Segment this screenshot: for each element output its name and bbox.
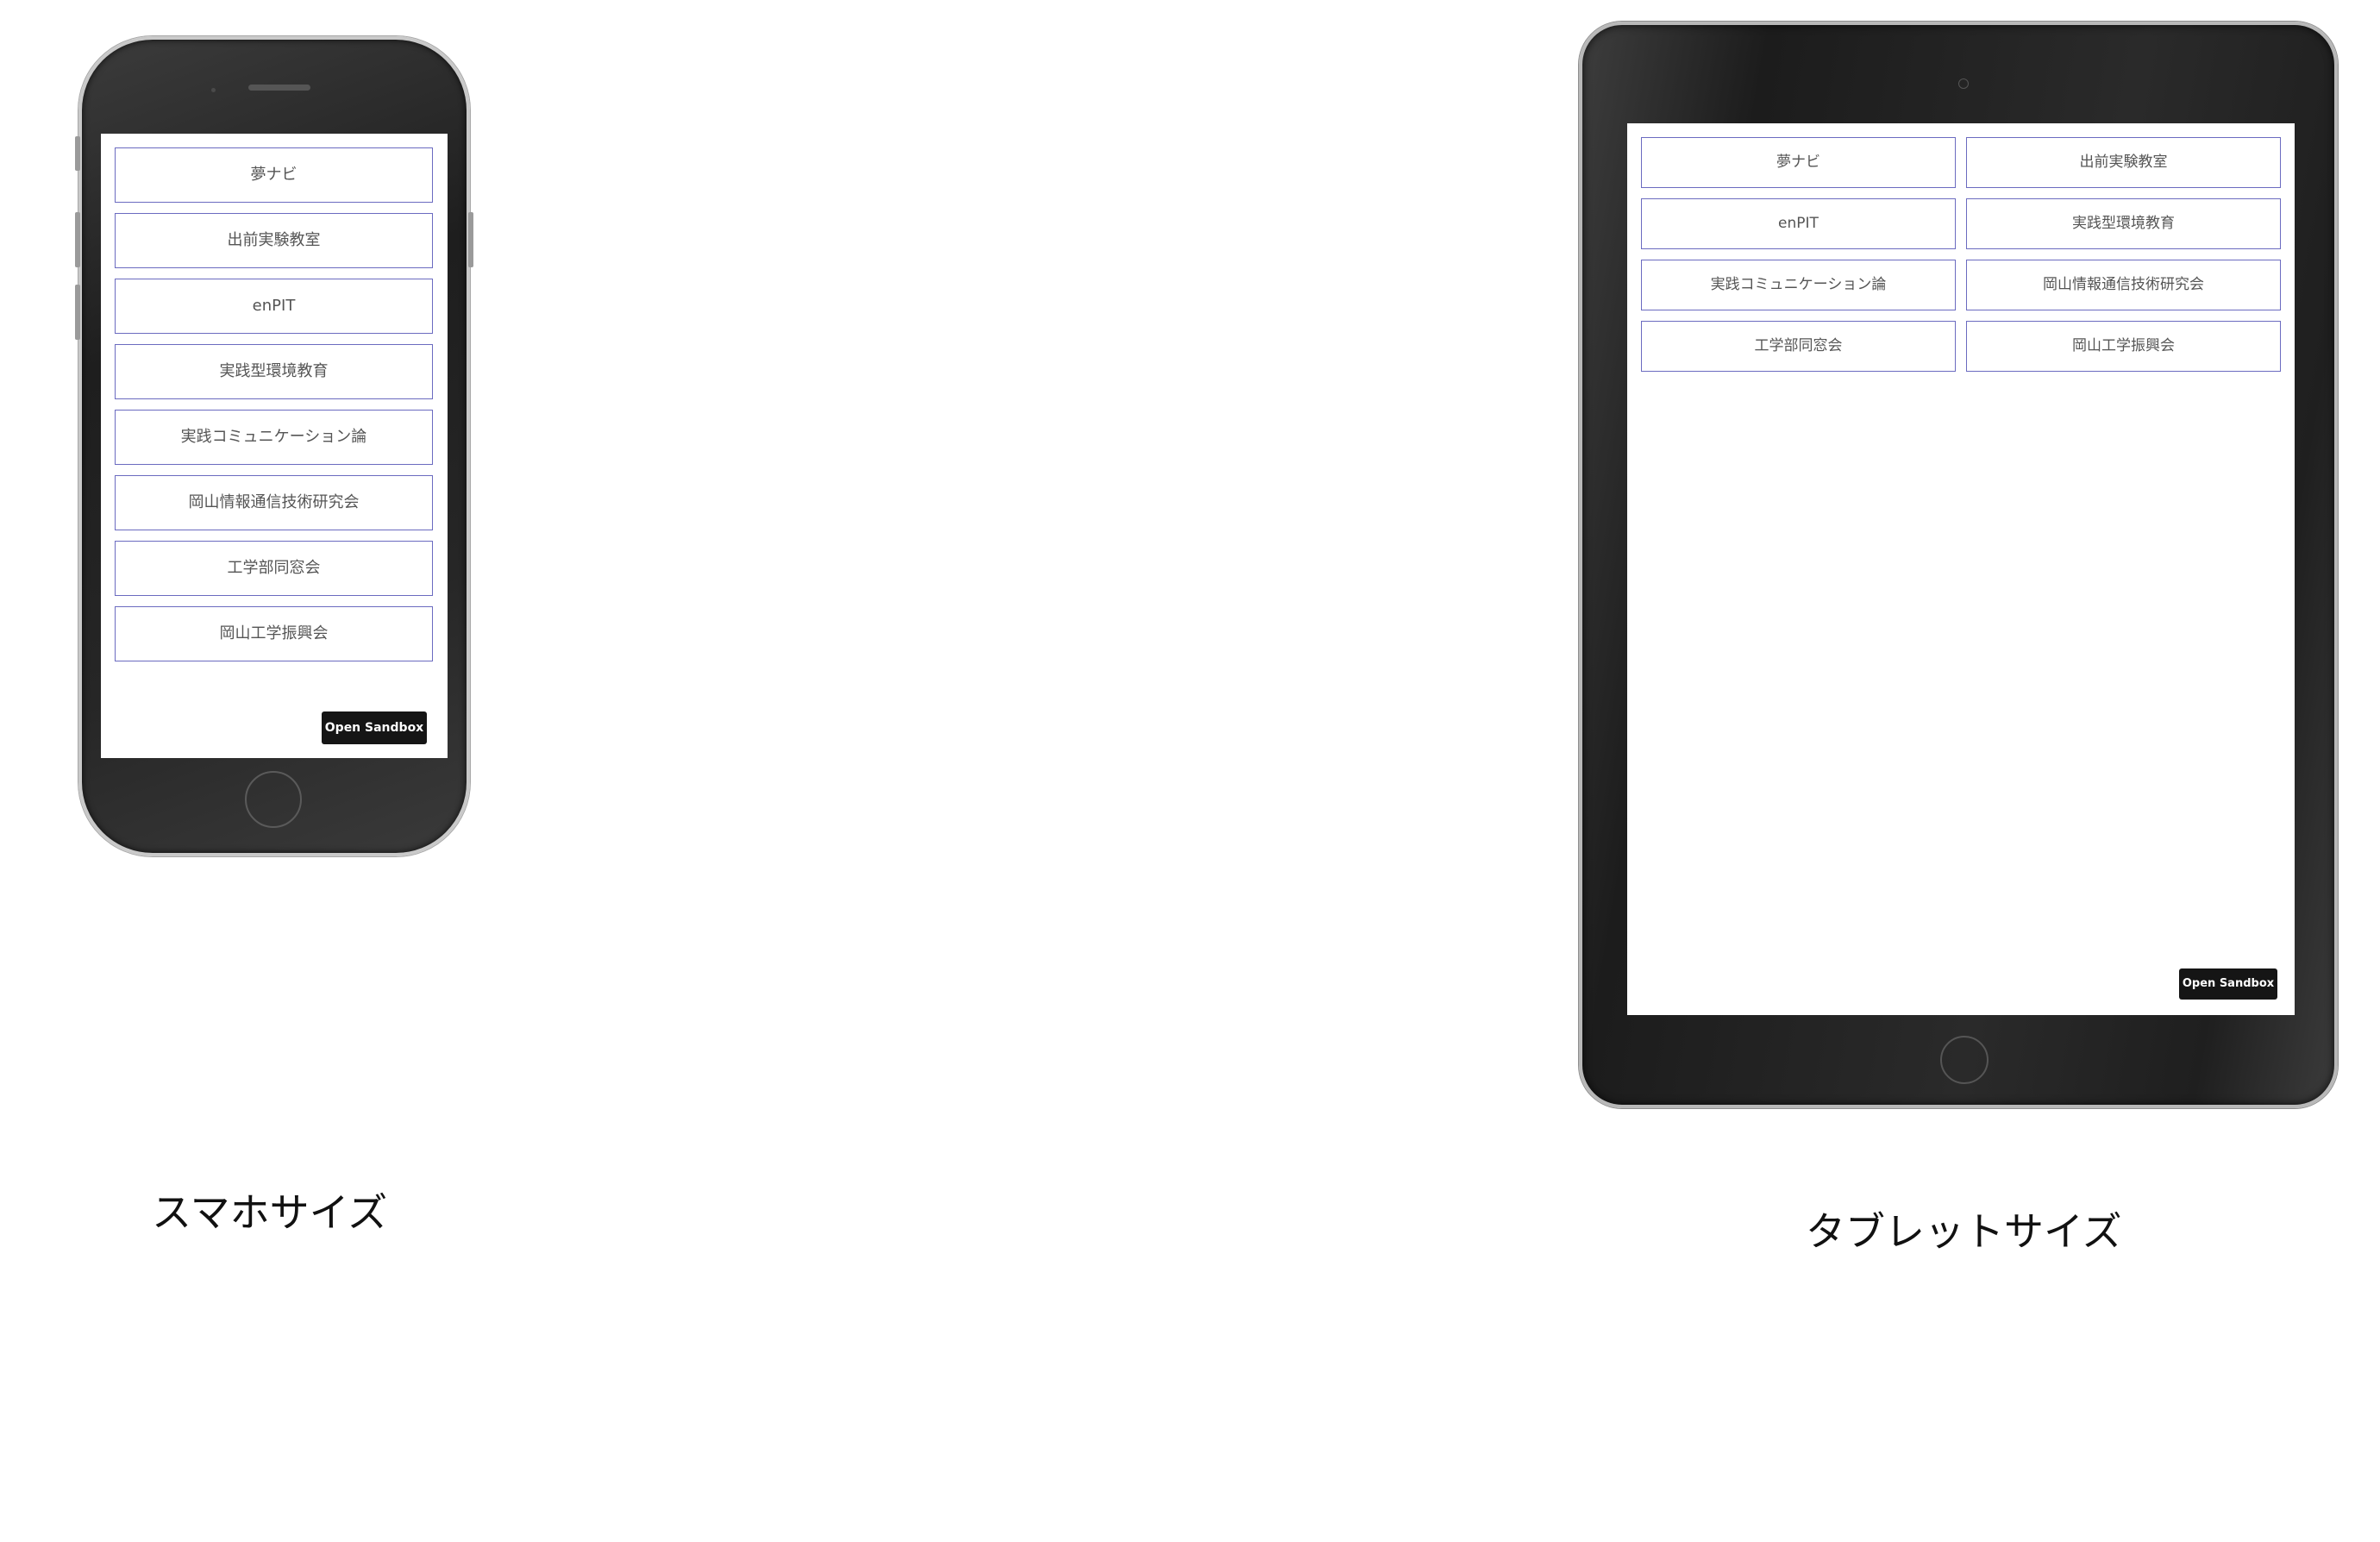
phone-volume-down-button bbox=[75, 285, 80, 340]
phone-speaker bbox=[248, 85, 310, 91]
phone-silent-switch bbox=[75, 136, 80, 171]
phone-open-sandbox-button[interactable]: Open Sandbox bbox=[322, 711, 427, 744]
tablet-link-shinkokai[interactable]: 岡山工学振興会 bbox=[1966, 321, 2281, 372]
phone-size-caption: スマホサイズ bbox=[152, 1189, 388, 1236]
phone-camera-icon bbox=[211, 88, 216, 92]
phone-volume-up-button bbox=[75, 212, 80, 267]
tablet-camera-icon bbox=[1958, 78, 1969, 89]
phone-link-list: 夢ナビ 出前実験教室 enPIT 実践型環境教育 実践コミュニケーション論 岡山… bbox=[115, 147, 433, 672]
tablet-home-button bbox=[1940, 1036, 1989, 1084]
phone-power-button bbox=[468, 212, 473, 267]
phone-link-enpit[interactable]: enPIT bbox=[115, 279, 433, 334]
phone-link-yumenavi[interactable]: 夢ナビ bbox=[115, 147, 433, 203]
phone-link-kankyo-kyoiku[interactable]: 実践型環境教育 bbox=[115, 344, 433, 399]
tablet-link-kankyo-kyoiku[interactable]: 実践型環境教育 bbox=[1966, 198, 2281, 249]
tablet-link-demae-jikken[interactable]: 出前実験教室 bbox=[1966, 137, 2281, 188]
phone-home-button bbox=[245, 771, 302, 828]
tablet-link-grid: 夢ナビ 出前実験教室 enPIT 実践型環境教育 実践コミュニケーション論 岡山… bbox=[1641, 137, 2281, 372]
tablet-mockup: 夢ナビ 出前実験教室 enPIT 実践型環境教育 実践コミュニケーション論 岡山… bbox=[1579, 22, 2338, 1108]
tablet-link-enpit[interactable]: enPIT bbox=[1641, 198, 1956, 249]
phone-link-communication[interactable]: 実践コミュニケーション論 bbox=[115, 410, 433, 465]
tablet-link-communication[interactable]: 実践コミュニケーション論 bbox=[1641, 260, 1956, 310]
phone-link-joho-tsushin[interactable]: 岡山情報通信技術研究会 bbox=[115, 475, 433, 530]
phone-mockup: 夢ナビ 出前実験教室 enPIT 実践型環境教育 実践コミュニケーション論 岡山… bbox=[75, 36, 473, 856]
tablet-screen: 夢ナビ 出前実験教室 enPIT 実践型環境教育 実践コミュニケーション論 岡山… bbox=[1627, 123, 2295, 1015]
phone-link-demae-jikken[interactable]: 出前実験教室 bbox=[115, 213, 433, 268]
tablet-open-sandbox-button[interactable]: Open Sandbox bbox=[2179, 968, 2277, 1000]
phone-link-shinkokai[interactable]: 岡山工学振興会 bbox=[115, 606, 433, 661]
phone-link-dosokai[interactable]: 工学部同窓会 bbox=[115, 541, 433, 596]
tablet-link-joho-tsushin[interactable]: 岡山情報通信技術研究会 bbox=[1966, 260, 2281, 310]
tablet-link-dosokai[interactable]: 工学部同窓会 bbox=[1641, 321, 1956, 372]
tablet-size-caption: タブレットサイズ bbox=[1806, 1208, 2122, 1255]
phone-screen: 夢ナビ 出前実験教室 enPIT 実践型環境教育 実践コミュニケーション論 岡山… bbox=[101, 134, 448, 758]
tablet-link-yumenavi[interactable]: 夢ナビ bbox=[1641, 137, 1956, 188]
